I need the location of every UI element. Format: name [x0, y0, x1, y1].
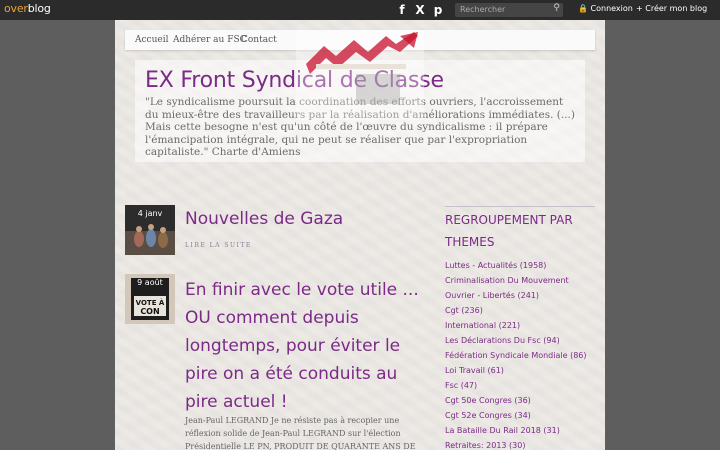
right-margin: [605, 20, 720, 450]
theme-link[interactable]: Fsc (47): [445, 378, 595, 393]
theme-link[interactable]: International (221): [445, 318, 595, 333]
nav-item-contact[interactable]: Contact: [241, 35, 277, 45]
facebook-icon[interactable]: f: [397, 2, 407, 18]
nav-item-accueil[interactable]: Accueil: [135, 35, 168, 45]
read-more-link[interactable]: LIRE LA SUITE: [185, 242, 252, 249]
left-margin: [0, 20, 115, 450]
article-title[interactable]: Nouvelles de Gaza: [185, 208, 343, 230]
article-thumbnail[interactable]: 4 janv: [125, 205, 175, 255]
theme-list: Luttes - Actualités (1958) Criminalisati…: [445, 258, 595, 450]
theme-link[interactable]: La Bataille Du Rail 2018 (31): [445, 423, 595, 438]
search-input[interactable]: Rechercher ⚲: [455, 3, 563, 17]
search-icon[interactable]: ⚲: [553, 3, 560, 13]
theme-link[interactable]: Retraites: 2013 (30): [445, 438, 595, 450]
svg-text:CON: CON: [140, 307, 159, 316]
svg-text:VOTE À: VOTE À: [136, 298, 165, 307]
page-content: Accueil Adhérer au FSC Contact EX Front …: [115, 20, 605, 450]
theme-link[interactable]: Fédération Syndicale Mondiale (86): [445, 348, 595, 363]
article-date: 9 août: [137, 278, 163, 287]
plus-icon: +: [636, 4, 643, 13]
lock-icon: 🔒: [578, 4, 588, 13]
fsc-banner-logo: [296, 30, 424, 120]
social-links: f X p: [397, 2, 443, 18]
theme-link[interactable]: Cgt 50e Congres (36): [445, 393, 595, 408]
theme-link[interactable]: Luttes - Actualités (1958): [445, 258, 595, 273]
theme-link[interactable]: Criminalisation Du Mouvement Ouvrier - L…: [445, 273, 595, 303]
theme-link[interactable]: Cgt (236): [445, 303, 595, 318]
theme-link[interactable]: Loi Travail (61): [445, 363, 595, 378]
article-title[interactable]: En finir avec le vote utile ... OU comme…: [185, 276, 435, 416]
sidebar-title: REGROUPEMENT PAR THEMES: [445, 206, 595, 253]
create-blog-link[interactable]: + Créer mon blog: [636, 4, 707, 13]
theme-link[interactable]: Cgt 52e Congres (34): [445, 408, 595, 423]
article-thumbnail[interactable]: VOTE À CON 9 août: [125, 274, 175, 324]
x-twitter-icon[interactable]: X: [415, 2, 425, 18]
pinterest-icon[interactable]: p: [433, 2, 443, 18]
connexion-link[interactable]: 🔒 Connexion: [578, 4, 633, 13]
theme-link[interactable]: Les Déclarations Du Fsc (94): [445, 333, 595, 348]
article-excerpt: Jean-Paul LEGRAND Je ne résiste pas à re…: [185, 416, 416, 450]
nav-item-adherer[interactable]: Adhérer au FSC: [173, 35, 247, 45]
article-date: 4 janv: [137, 209, 163, 218]
overblog-logo[interactable]: overblog: [4, 2, 51, 15]
overblog-topbar: overblog f X p Rechercher ⚲ 🔒 Connexion …: [0, 0, 720, 20]
